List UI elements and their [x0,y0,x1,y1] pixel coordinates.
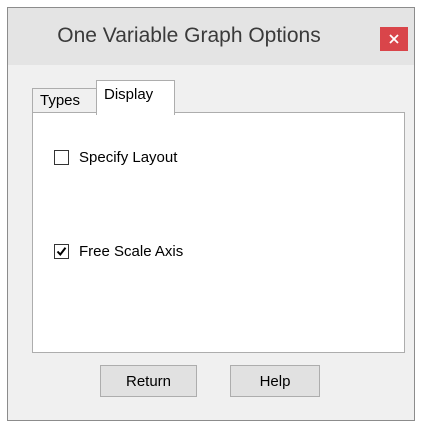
specify-layout-label: Specify Layout [79,149,178,166]
dialog-window: One Variable Graph Options Types Display… [7,7,415,421]
return-button[interactable]: Return [100,365,197,397]
tab-display[interactable]: Display [96,80,175,115]
free-scale-axis-label: Free Scale Axis [79,243,184,260]
tab-display-label: Display [104,86,154,103]
dialog-title: One Variable Graph Options [57,24,321,47]
specify-layout-checkbox[interactable] [54,150,69,165]
title-bar[interactable]: One Variable Graph Options [8,8,414,65]
specify-layout-option[interactable]: Specify Layout [54,149,177,166]
help-button[interactable]: Help [230,365,320,397]
checkmark-icon [56,247,67,257]
free-scale-axis-option[interactable]: Free Scale Axis [54,243,183,260]
close-button[interactable] [380,27,408,51]
tab-types[interactable]: Types [32,88,98,113]
display-tab-panel: Specify Layout Free Scale Axis [32,112,405,353]
tab-types-label: Types [40,92,81,109]
close-icon [389,34,399,44]
free-scale-axis-checkbox[interactable] [54,244,69,259]
